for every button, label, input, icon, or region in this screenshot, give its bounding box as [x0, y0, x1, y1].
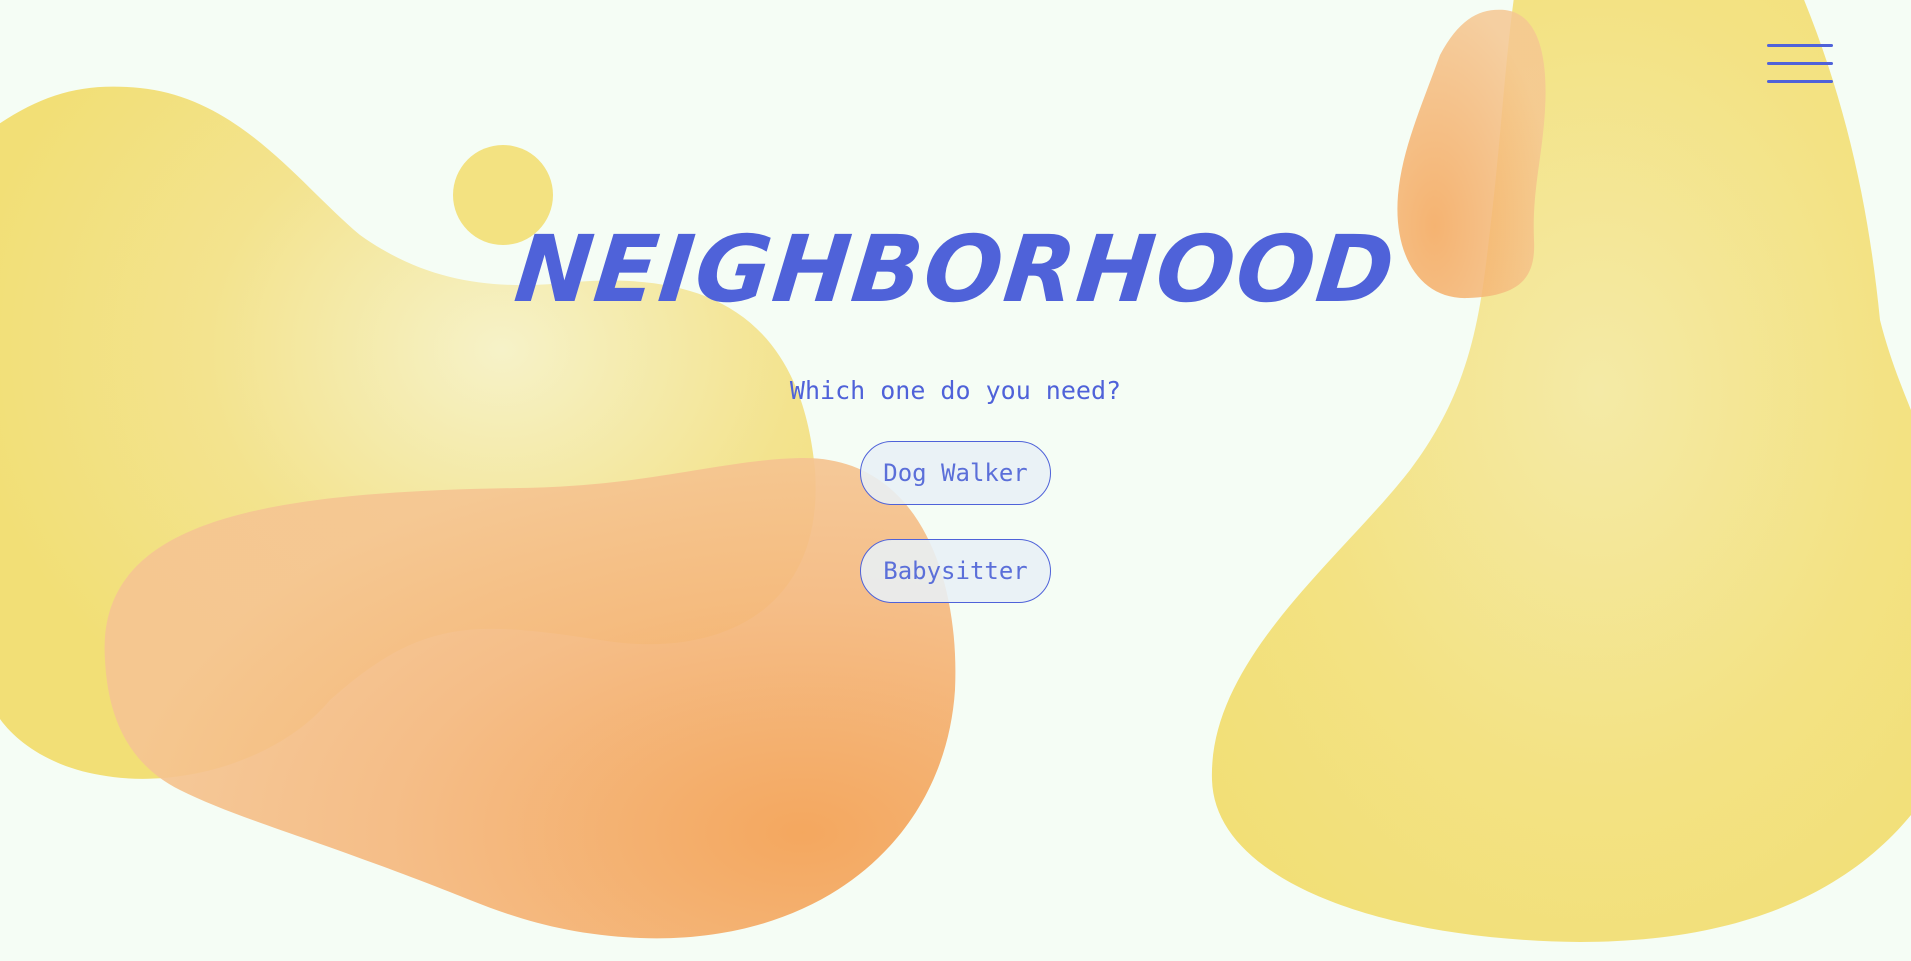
- orange-blob-center: [104, 457, 956, 939]
- menu-line: [1767, 44, 1833, 47]
- yellow-blob-right: [1211, 0, 1911, 942]
- service-prompt: Which one do you need?: [789, 376, 1122, 405]
- hamburger-menu-icon[interactable]: [1762, 40, 1833, 88]
- menu-line: [1767, 62, 1833, 65]
- menu-line: [1767, 80, 1833, 83]
- landing-page: NEIGHBORHOOD Which one do you need? Dog …: [0, 0, 1911, 961]
- dog-walker-button[interactable]: Dog Walker: [860, 441, 1051, 505]
- babysitter-button[interactable]: Babysitter: [860, 539, 1051, 603]
- brand-title: NEIGHBORHOOD: [510, 216, 1401, 323]
